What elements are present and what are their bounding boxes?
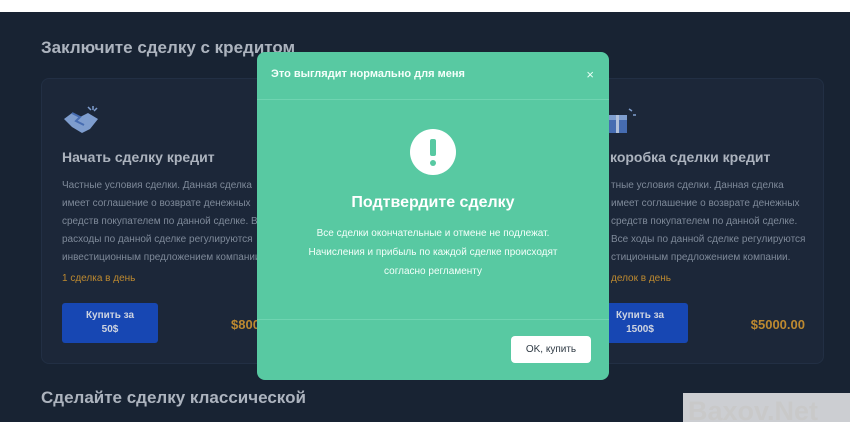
modal-body: Все сделки окончательные и отмене не под…	[277, 224, 589, 281]
modal-title: Подтвердите сделку	[351, 194, 515, 211]
modal-footer-divider	[257, 319, 609, 320]
ok-buy-button[interactable]: OK, купить	[511, 336, 591, 363]
modal-body-line: Все сделки окончательные и отмене не под…	[316, 228, 550, 239]
modal-header-title: Это выглядит нормально для меня	[271, 68, 465, 80]
modal-body-line: согласно регламенту	[384, 266, 482, 277]
close-icon[interactable]: ×	[586, 67, 594, 82]
exclamation-circle-icon	[410, 129, 456, 175]
modal-body-line: Начисления и прибыль по каждой сделке пр…	[308, 247, 558, 258]
watermark-text: Baxov.Net	[688, 396, 819, 426]
confirm-deal-modal: Это выглядит нормально для меня × Подтве…	[257, 52, 609, 380]
modal-header: Это выглядит нормально для меня ×	[257, 52, 609, 100]
watermark: Baxov.Net	[683, 393, 850, 434]
page-background: Заключите сделку с кредитом Начать сделк…	[0, 12, 850, 422]
